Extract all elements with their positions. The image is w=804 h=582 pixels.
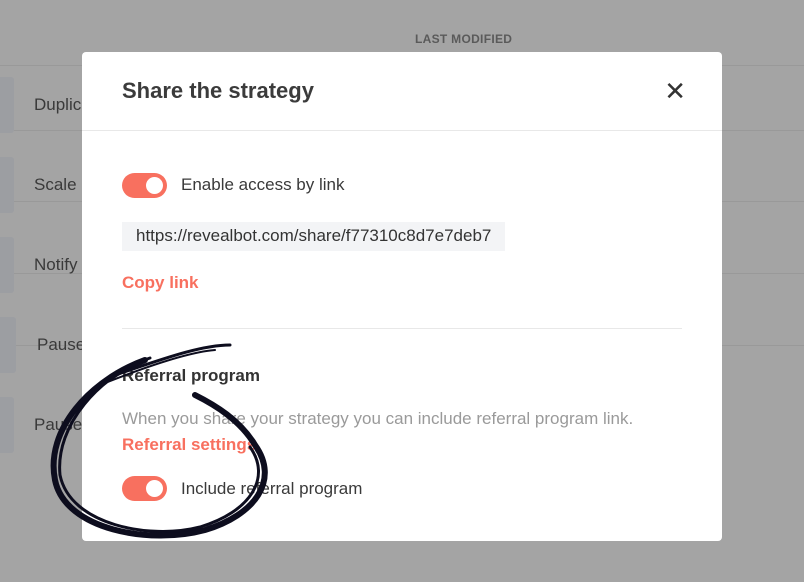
rule-icon (0, 237, 14, 293)
rule-icon (0, 77, 14, 133)
modal-header: Share the strategy ✕ (82, 52, 722, 131)
enable-access-toggle[interactable] (122, 173, 167, 198)
rule-icon (0, 397, 14, 453)
referral-settings-link[interactable]: Referral settings (122, 435, 256, 455)
include-referral-toggle[interactable] (122, 476, 167, 501)
divider (122, 328, 682, 329)
share-url-field[interactable]: https://revealbot.com/share/f77310c8d7e7… (122, 222, 506, 251)
close-icon[interactable]: ✕ (664, 78, 686, 104)
column-header-last-modified: LAST MODIFIED (415, 32, 513, 46)
referral-description: When you share your strategy you can inc… (122, 409, 634, 428)
rule-icon (0, 317, 16, 373)
share-strategy-modal: Share the strategy ✕ Enable access by li… (82, 52, 722, 541)
copy-link-button[interactable]: Copy link (122, 273, 199, 293)
enable-access-label: Enable access by link (181, 175, 345, 194)
include-referral-label: Include referral program (181, 479, 363, 498)
referral-heading: Referral program (122, 366, 260, 385)
modal-title: Share the strategy (122, 78, 314, 103)
rule-icon (0, 157, 14, 213)
